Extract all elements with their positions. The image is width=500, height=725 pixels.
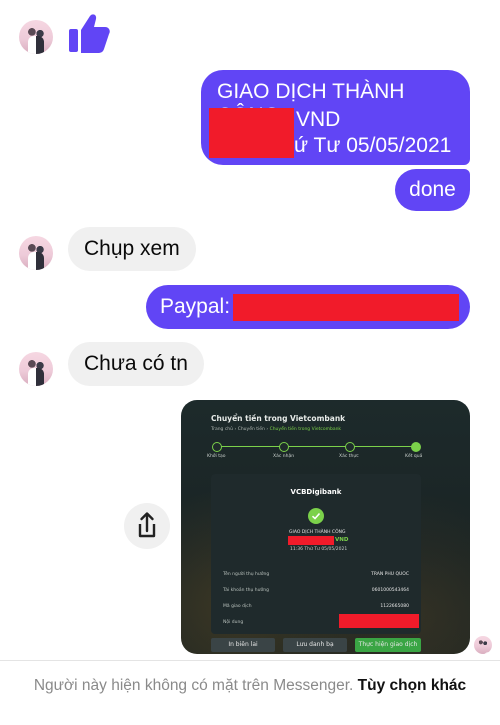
footer-notice: Người này hiện không có mặt trên Messeng… [30,675,470,697]
outgoing-message-paypal[interactable]: Paypal: [146,285,470,329]
message-text: Chụp xem [84,237,180,260]
breadcrumb-item[interactable]: Chuyển tiền [238,427,265,432]
message-text: Chưa có tn [84,352,188,375]
step-label: Xác thực [339,454,359,459]
bank-page-title: Chuyển tiền trong Vietcombank [211,414,346,423]
incoming-message[interactable]: Chụp xem [68,227,196,271]
success-check-icon [308,508,324,524]
footer-divider [0,660,500,661]
breadcrumb: Trang chủ › Chuyển tiền › Chuyển tiền tr… [211,427,342,432]
more-options-link[interactable]: Tùy chọn khác [358,677,467,694]
step-label: Xác nhận [273,454,295,459]
detail-label: Nội dung [223,620,244,625]
step-indicator [279,442,289,452]
step-indicator [345,442,355,452]
incoming-message[interactable]: Chưa có tn [68,342,204,386]
redaction-bar [339,614,419,628]
message-line: VND [296,108,341,131]
amount-suffix: VND [335,537,349,543]
thumbs-up-icon [66,10,112,56]
redaction-bar [288,536,334,545]
step-label: Khởi tạo [207,454,226,459]
outgoing-message-transaction[interactable]: GIAO DỊCH THÀNH CÔNG VND ứ Tư 05/05/2021 [201,70,470,165]
receipt-card: VCBDigibank GIAO DỊCH THÀNH CÔNG VND 11:… [211,474,421,634]
step-label: Kết quả [405,454,423,459]
step-indicator [411,442,421,452]
detail-label: Mã giao dịch [223,604,252,609]
detail-label: Tài khoản thụ hưởng [223,588,269,593]
detail-value: 0601000543464 [371,588,409,593]
breadcrumb-item[interactable]: Trang chủ [211,427,233,432]
status-text: GIAO DỊCH THÀNH CÔNG [289,530,346,535]
detail-label: Tên người thụ hưởng [223,572,270,577]
seen-avatar [474,636,492,654]
print-receipt-button[interactable]: In biên lai [211,638,275,652]
outgoing-message-done[interactable]: done [395,169,470,211]
bank-logo: VCBDigibank [290,488,342,496]
share-button[interactable] [124,503,170,549]
message-line: ứ Tư 05/05/2021 [294,134,452,157]
contact-avatar[interactable] [19,352,53,386]
redaction-bar [233,294,459,321]
redaction-bar [209,108,294,158]
stepper-line [217,446,415,447]
contact-avatar[interactable] [19,236,53,270]
step-indicator [212,442,222,452]
contact-avatar[interactable] [19,20,53,54]
detail-value: TRAN PHU QUOC [371,572,409,577]
shared-image-bank-receipt[interactable]: Chuyển tiền trong Vietcombank Trang chủ … [181,400,470,654]
detail-value: 1122665080 [380,604,409,609]
time-text: 11:36 Thứ Tư 05/05/2021 [290,547,348,552]
notice-text: Người này hiện không có mặt trên Messeng… [33,677,354,694]
share-icon [138,512,156,538]
message-text: Paypal: [160,295,231,318]
breadcrumb-item: Chuyển tiền trong Vietcombank [269,427,342,432]
message-text: done [409,178,456,201]
save-contact-button[interactable]: Lưu danh bạ [283,638,347,652]
new-transaction-button[interactable]: Thực hiện giao dịch mới [355,638,421,652]
